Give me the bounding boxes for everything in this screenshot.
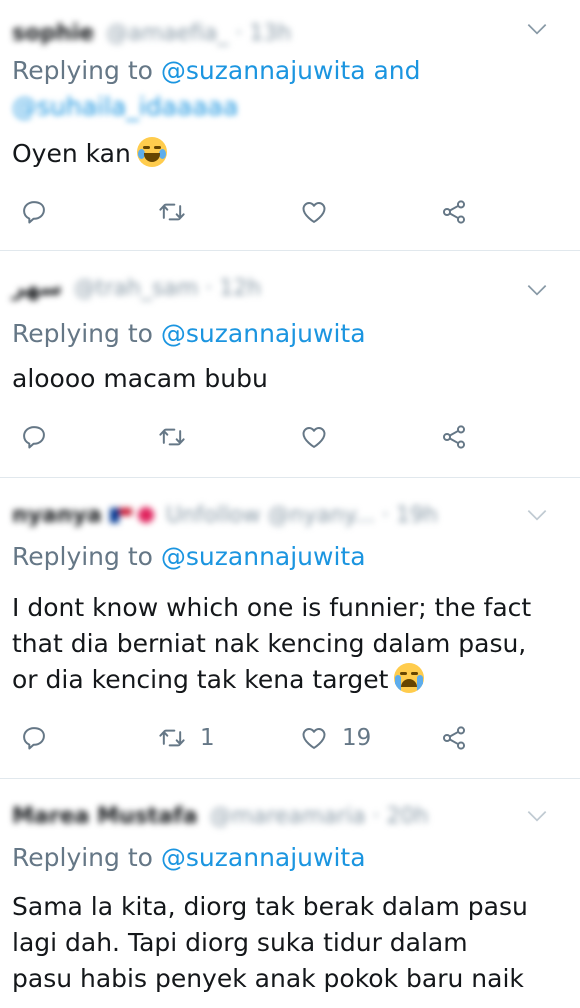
tweet-text: Oyen kan [12,136,167,172]
author-handle: Unfollow @nyany... · 19h [165,502,438,528]
replying-to: Replying to @suzannajuwita [12,542,366,571]
tweet-actions [0,192,580,232]
replying-to: Replying to @suzannajuwita [12,319,366,348]
tweet[interactable]: Marea Mustafa @mareamaria · 20h Replying… [0,779,580,1008]
replying-label: Replying to [12,843,153,872]
tweet-text: I dont know which one is funnier; the fa… [12,590,531,698]
tweet[interactable]: nyanya Unfollow @nyany... · 19h Replying… [0,478,580,778]
reply-button[interactable] [20,417,48,457]
retweet-icon [159,428,185,446]
tweet-header: sophie @amaefia_ · 13h [12,18,291,48]
like-button[interactable] [300,192,342,232]
retweet-icon [159,729,185,747]
tears-of-joy-emoji [136,137,167,167]
like-icon [302,202,326,223]
retweet-icon [159,203,185,221]
tweet-header: nyanya Unfollow @nyany... · 19h [12,500,438,530]
replying-label: Replying to [12,319,153,348]
chevron-down-icon[interactable] [524,502,550,528]
author-name[interactable]: Marea Mustafa [12,804,197,829]
like-icon [302,427,326,448]
like-button[interactable]: 19 [300,718,371,758]
tweet-text-line-with-emoji: or dia kencing tak kena target [12,662,531,698]
chevron-down-icon[interactable] [524,16,550,42]
reply-icon [23,426,45,449]
tweet-text-line: pasu habis penyek anak pokok baru naik [12,964,524,993]
replying-label: Replying to [12,56,153,85]
tweet[interactable]: سهر @trah_sam · 12h Replying to @suzanna… [0,251,580,477]
tweet-header: سهر @trah_sam · 12h [12,273,261,303]
tweet-text-line: I dont know which one is funnier; the fa… [12,593,532,622]
loudly-crying-emoji [394,663,425,693]
chevron-down-icon[interactable] [524,277,550,303]
mention-link[interactable]: @suzannajuwita [161,319,366,348]
share-button[interactable] [440,192,468,232]
tweet-text: Sama la kita, diorg tak berak dalam pasu… [12,889,528,997]
tweet-text-line: that dia berniat nak kencing dalam pasu, [12,629,527,658]
chevron-down-icon[interactable] [524,803,550,829]
share-button[interactable] [440,718,468,758]
mention-link[interactable]: @suzannajuwita and [161,56,421,85]
reply-button[interactable] [20,718,48,758]
tweet-header: Marea Mustafa @mareamaria · 20h [12,801,428,831]
share-icon [442,200,466,224]
retweet-count: 1 [200,725,215,751]
like-button[interactable] [300,417,342,457]
share-button[interactable] [440,417,468,457]
share-icon [442,425,466,449]
like-icon [302,728,326,749]
tweet-text-line: lagi dah. Tapi diorg suka tidur dalam [12,928,468,957]
mention-link[interactable]: @suzannajuwita [161,843,366,872]
share-icon [442,726,466,750]
replying-to: Replying to @suzannajuwita [12,843,366,872]
replying-label: Replying to [12,542,153,571]
author-name[interactable]: nyanya [12,503,102,528]
tweet-actions [0,417,580,457]
replying-to: Replying to @suzannajuwita and [12,56,421,85]
tweet-text-content: Oyen kan [12,139,131,168]
reply-icon [23,201,45,224]
flower-icon [137,507,154,523]
mention-link-2[interactable]: @suhaila_idaaaaa [12,92,238,121]
retweet-button[interactable] [158,417,200,457]
like-count: 19 [342,725,372,751]
author-handle: @amaefia_ · 13h [106,20,292,46]
tweet-text: aloooo macam bubu [12,361,268,397]
author-name[interactable]: sophie [12,21,94,46]
author-handle: @trah_sam · 12h [73,275,262,301]
author-handle: @mareamaria · 20h [209,803,429,829]
tweet-text-content: aloooo macam bubu [12,364,268,393]
tweet-text-line: Sama la kita, diorg tak berak dalam pasu [12,892,528,921]
mention-link[interactable]: @suzannajuwita [161,542,366,571]
reply-button[interactable] [20,192,48,232]
malaysia-flag-icon [109,507,132,523]
tweet[interactable]: sophie @amaefia_ · 13h Replying to @suza… [0,0,580,250]
author-name[interactable]: سهر [12,276,62,301]
retweet-button[interactable] [158,192,200,232]
retweet-button[interactable]: 1 [158,718,215,758]
reply-icon [23,727,45,750]
tweet-text-line: or dia kencing tak kena target [12,665,389,694]
tweet-actions: 1 19 [0,718,580,758]
